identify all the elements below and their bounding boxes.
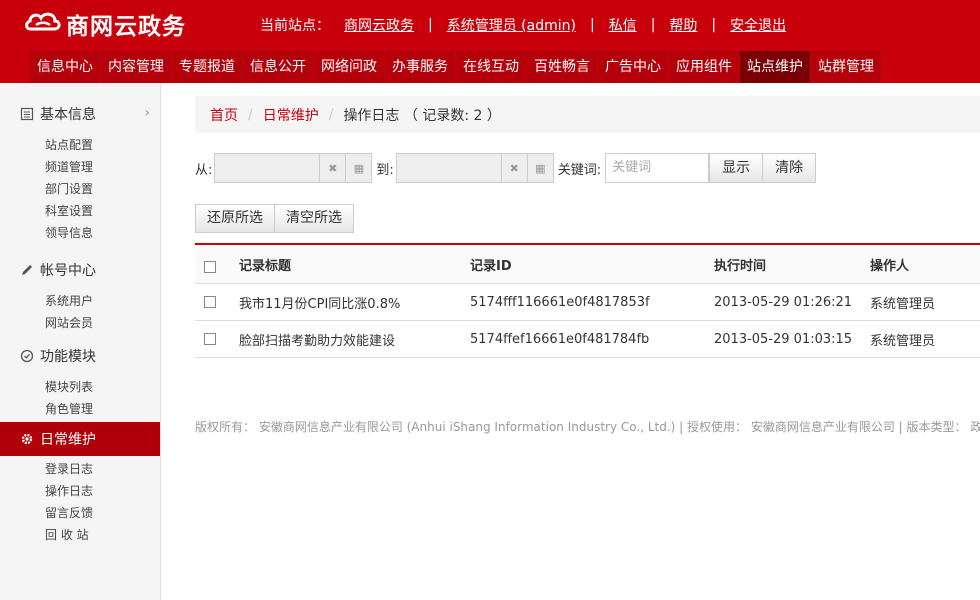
column-header-operator[interactable]: 操作人: [870, 255, 909, 274]
app-header: 商网云政务 当前站点： 商网云政务 | 系统管理员 (admin) | 私信 |…: [0, 0, 980, 83]
separator: |: [428, 17, 433, 33]
record-operator: 系统管理员: [870, 333, 936, 349]
sidebar-item-recycle-bin[interactable]: 回 收 站: [0, 524, 160, 546]
record-time: 2013-05-29 01:26:21: [714, 294, 853, 310]
record-title[interactable]: 脸部扫描考勤助力效能建设: [239, 330, 395, 349]
nav-item-ads[interactable]: 广告中心: [598, 51, 668, 83]
check-circle-icon: [20, 349, 34, 363]
clear-icon[interactable]: ✖: [500, 154, 527, 182]
sidebar-item-channel[interactable]: 频道管理: [0, 156, 160, 178]
clear-button[interactable]: 清除: [763, 153, 817, 183]
sidebar-item-roles[interactable]: 角色管理: [0, 398, 160, 420]
table-row: 脸部扫描考勤助力效能建设 5174ffef16661e0f481784fb 20…: [195, 321, 980, 358]
top-navigation: 当前站点： 商网云政务 | 系统管理员 (admin) | 私信 | 帮助 | …: [260, 15, 786, 35]
calendar-icon[interactable]: ▦: [345, 154, 371, 182]
sidebar: 基本信息 › 站点配置 频道管理 部门设置 科室设置 领导信息 帐号中心 系统用…: [0, 83, 161, 600]
sidebar-item-site-config[interactable]: 站点配置: [0, 134, 160, 156]
nav-item-components[interactable]: 应用组件: [669, 51, 739, 83]
nav-item-site-maintenance[interactable]: 站点维护: [740, 51, 810, 83]
select-all-checkbox[interactable]: [204, 261, 216, 273]
sidebar-section-account[interactable]: 帐号中心: [0, 250, 160, 290]
from-label: 从:: [195, 162, 213, 178]
brand-logo[interactable]: 商网云政务: [24, 8, 186, 40]
clear-icon[interactable]: ✖: [319, 154, 345, 182]
nav-item-public-info[interactable]: 信息公开: [243, 51, 313, 83]
sidebar-item-members[interactable]: 网站会员: [0, 312, 160, 334]
sidebar-section-maintenance[interactable]: 日常维护: [0, 422, 160, 456]
to-date-input[interactable]: [397, 154, 501, 182]
row-checkbox[interactable]: [204, 296, 216, 308]
from-date-picker: ✖ ▦: [214, 153, 373, 183]
to-date-picker: ✖ ▦: [395, 153, 554, 183]
nav-item-special[interactable]: 专题报道: [172, 51, 242, 83]
sidebar-section-title: 帐号中心: [40, 263, 96, 279]
nav-item-content[interactable]: 内容管理: [101, 51, 171, 83]
sidebar-section-title: 基本信息: [40, 107, 96, 123]
cloud-logo-icon: [24, 9, 62, 39]
message-link[interactable]: 私信: [609, 15, 637, 35]
sidebar-section-modules[interactable]: 功能模块: [0, 336, 160, 376]
record-id: 5174ffef16661e0f481784fb: [470, 331, 650, 347]
action-bar: 还原所选 清空所选: [195, 204, 354, 233]
separator: |: [711, 17, 717, 33]
breadcrumb-section-link[interactable]: 日常维护: [263, 105, 319, 125]
column-header-title[interactable]: 记录标题: [239, 255, 291, 274]
sidebar-item-module-list[interactable]: 模块列表: [0, 376, 160, 398]
to-label: 到:: [376, 162, 394, 178]
sidebar-item-operation-log[interactable]: 操作日志: [0, 480, 160, 502]
keyword-input[interactable]: 关键词: [605, 153, 710, 183]
footer-copyright: 版权所有： 安徽商网信息产业有限公司 (Anhui iShang Informa…: [195, 420, 980, 434]
column-header-id[interactable]: 记录ID: [470, 255, 512, 274]
record-time: 2013-05-29 01:03:15: [714, 331, 853, 347]
brand-name: 商网云政务: [66, 14, 186, 40]
breadcrumb-divider: /: [328, 106, 334, 123]
separator: |: [589, 17, 595, 33]
sidebar-item-office[interactable]: 科室设置: [0, 200, 160, 222]
nav-item-site-group[interactable]: 站群管理: [811, 51, 881, 83]
nav-item-services[interactable]: 办事服务: [385, 51, 455, 83]
sidebar-section-basic-info[interactable]: 基本信息 ›: [0, 94, 160, 134]
clear-selected-button[interactable]: 清空所选: [275, 204, 354, 233]
keyword-label: 关键词:: [557, 162, 602, 178]
sidebar-item-feedback[interactable]: 留言反馈: [0, 502, 160, 524]
main-navigation: 信息中心 内容管理 专题报道 信息公开 网络问政 办事服务 在线互动 百姓畅言 …: [30, 51, 882, 83]
chevron-right-icon: ›: [144, 105, 150, 121]
sidebar-section-title: 日常维护: [40, 432, 96, 448]
current-site-link[interactable]: 商网云政务: [344, 15, 414, 35]
restore-selected-button[interactable]: 还原所选: [195, 204, 275, 233]
from-date-input[interactable]: [215, 154, 319, 182]
help-link[interactable]: 帮助: [669, 15, 697, 35]
separator: |: [650, 17, 656, 33]
record-id: 5174fff116661e0f4817853f: [470, 294, 650, 310]
record-operator: 系统管理员: [870, 296, 936, 312]
show-button[interactable]: 显示: [709, 153, 764, 183]
breadcrumb-home-link[interactable]: 首页: [210, 105, 238, 125]
nav-item-interaction[interactable]: 在线互动: [456, 51, 526, 83]
sidebar-item-login-log[interactable]: 登录日志: [0, 458, 160, 480]
nav-item-info-center[interactable]: 信息中心: [30, 51, 100, 83]
sidebar-item-system-users[interactable]: 系统用户: [0, 290, 160, 312]
list-icon: [20, 107, 34, 121]
table-header: 记录标题 记录ID 执行时间 操作人: [195, 245, 980, 284]
nav-item-forum[interactable]: 百姓畅言: [527, 51, 597, 83]
nav-item-inquiry[interactable]: 网络问政: [314, 51, 384, 83]
sidebar-item-leaders[interactable]: 领导信息: [0, 222, 160, 244]
sidebar-item-department[interactable]: 部门设置: [0, 178, 160, 200]
pencil-icon: [20, 263, 34, 277]
breadcrumb-divider: /: [248, 106, 253, 123]
user-link[interactable]: 系统管理员 (admin): [447, 15, 576, 35]
column-header-time[interactable]: 执行时间: [714, 255, 766, 274]
row-checkbox[interactable]: [204, 333, 216, 345]
breadcrumb: 首页 / 日常维护 / 操作日志 （ 记录数: 2 ）: [195, 96, 980, 133]
current-site-label: 当前站点：: [260, 18, 330, 34]
table-row: 我市11月份CPI同比涨0.8% 5174fff116661e0f4817853…: [195, 284, 980, 321]
breadcrumb-current: 操作日志 （ 记录数: 2 ）: [343, 107, 501, 124]
filter-bar: 从: ✖ ▦ 到: ✖ ▦ 关键词: 关键词 显示 清除: [195, 153, 817, 183]
log-table: 记录标题 记录ID 执行时间 操作人 我市11月份CPI同比涨0.8% 5174…: [195, 243, 980, 358]
logout-link[interactable]: 安全退出: [730, 15, 786, 35]
sidebar-section-title: 功能模块: [40, 349, 96, 365]
record-title[interactable]: 我市11月份CPI同比涨0.8%: [239, 293, 400, 312]
gear-icon: [20, 432, 34, 446]
calendar-icon[interactable]: ▦: [526, 154, 553, 182]
